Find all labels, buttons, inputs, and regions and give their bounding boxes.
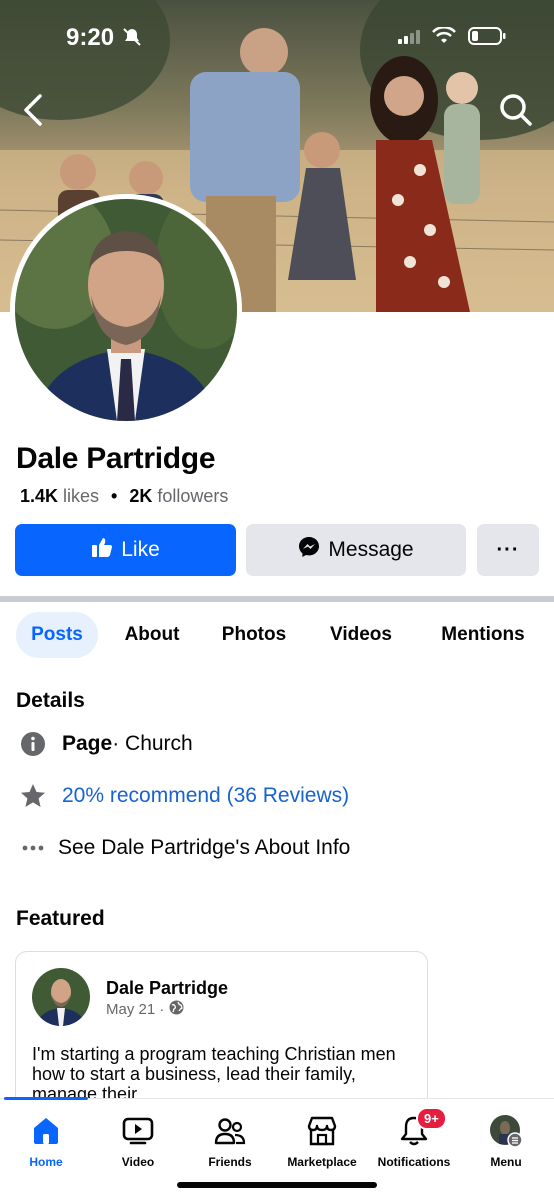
post-author-avatar[interactable]	[32, 968, 90, 1026]
nav-video[interactable]: Video	[92, 1111, 184, 1169]
cellular-signal-icon	[398, 28, 420, 49]
section-divider	[0, 596, 554, 602]
page-title: Dale Partridge	[16, 442, 216, 475]
notifications-badge: 9+	[416, 1107, 447, 1130]
followers-label[interactable]: followers	[157, 486, 228, 507]
tab-mentions[interactable]: Mentions	[428, 612, 538, 658]
message-button-label: Message	[328, 538, 414, 561]
status-bar: 9:20	[0, 0, 554, 76]
friends-icon	[210, 1111, 250, 1151]
battery-icon	[468, 26, 506, 51]
followers-count: 2K	[129, 486, 153, 506]
more-options-button[interactable]: ···	[477, 524, 539, 576]
like-button-label: Like	[121, 538, 160, 561]
message-button[interactable]: Message	[246, 524, 466, 576]
category-value: · Church	[112, 732, 193, 755]
post-author-name[interactable]: Dale Partridge	[106, 978, 228, 999]
menu-avatar-icon	[486, 1111, 526, 1151]
tab-about[interactable]: About	[116, 612, 188, 658]
nav-notifications[interactable]: 9+ Notifications	[368, 1107, 460, 1169]
back-icon[interactable]	[18, 92, 50, 128]
page-stats: 1.4K likes • 2K followers	[20, 486, 228, 507]
stats-separator: •	[111, 486, 118, 506]
post-date[interactable]: May 21 ·	[106, 1001, 164, 1018]
post-meta: May 21 ·	[106, 1000, 184, 1019]
nav-friends-label: Friends	[208, 1155, 252, 1169]
marketplace-icon	[302, 1111, 342, 1151]
info-icon	[18, 729, 48, 759]
recommend-link[interactable]: 20% recommend (36 Reviews)	[62, 784, 349, 808]
nav-friends[interactable]: Friends	[184, 1111, 276, 1169]
tab-photos[interactable]: Photos	[214, 612, 294, 658]
globe-icon	[169, 1000, 184, 1019]
nav-marketplace-label: Marketplace	[287, 1155, 357, 1169]
video-icon	[118, 1111, 158, 1151]
tab-videos[interactable]: Videos	[322, 612, 400, 658]
action-buttons: Like Message ···	[15, 524, 539, 576]
messenger-icon	[298, 536, 320, 564]
detail-about-info[interactable]: See Dale Partridge's About Info	[18, 833, 350, 863]
status-time: 9:20	[66, 24, 115, 51]
featured-post-card[interactable]: Dale Partridge May 21 · I'm starting a p…	[15, 951, 428, 1121]
nav-marketplace[interactable]: Marketplace	[276, 1111, 368, 1169]
tab-posts[interactable]: Posts	[16, 612, 98, 658]
detail-category: Page · Church	[18, 729, 193, 759]
bell-slash-icon	[122, 27, 142, 52]
wifi-icon	[432, 25, 456, 50]
active-tab-indicator	[4, 1097, 88, 1100]
about-info-link: See Dale Partridge's About Info	[58, 836, 351, 859]
nav-home-label: Home	[29, 1155, 63, 1169]
likes-label[interactable]: likes	[63, 486, 99, 507]
featured-heading: Featured	[16, 907, 105, 930]
search-icon[interactable]	[496, 90, 536, 130]
nav-menu[interactable]: Menu	[460, 1111, 552, 1169]
profile-avatar[interactable]	[15, 199, 237, 421]
category-label: Page	[62, 732, 113, 755]
home-indicator	[177, 1182, 377, 1188]
details-heading: Details	[16, 689, 85, 712]
thumbs-up-icon	[91, 536, 113, 564]
detail-recommend: 20% recommend (36 Reviews)	[18, 781, 349, 811]
home-icon	[26, 1111, 66, 1151]
star-icon	[18, 781, 48, 811]
post-text: I'm starting a program teaching Christia…	[32, 1044, 396, 1104]
more-dots-icon	[18, 833, 48, 863]
like-button[interactable]: Like	[15, 524, 236, 576]
bell-icon: 9+	[394, 1107, 447, 1151]
nav-home[interactable]: Home	[0, 1111, 92, 1169]
likes-count: 1.4K	[20, 486, 59, 506]
nav-menu-label: Menu	[490, 1155, 522, 1169]
nav-notifications-label: Notifications	[377, 1155, 451, 1169]
nav-video-label: Video	[121, 1155, 155, 1169]
